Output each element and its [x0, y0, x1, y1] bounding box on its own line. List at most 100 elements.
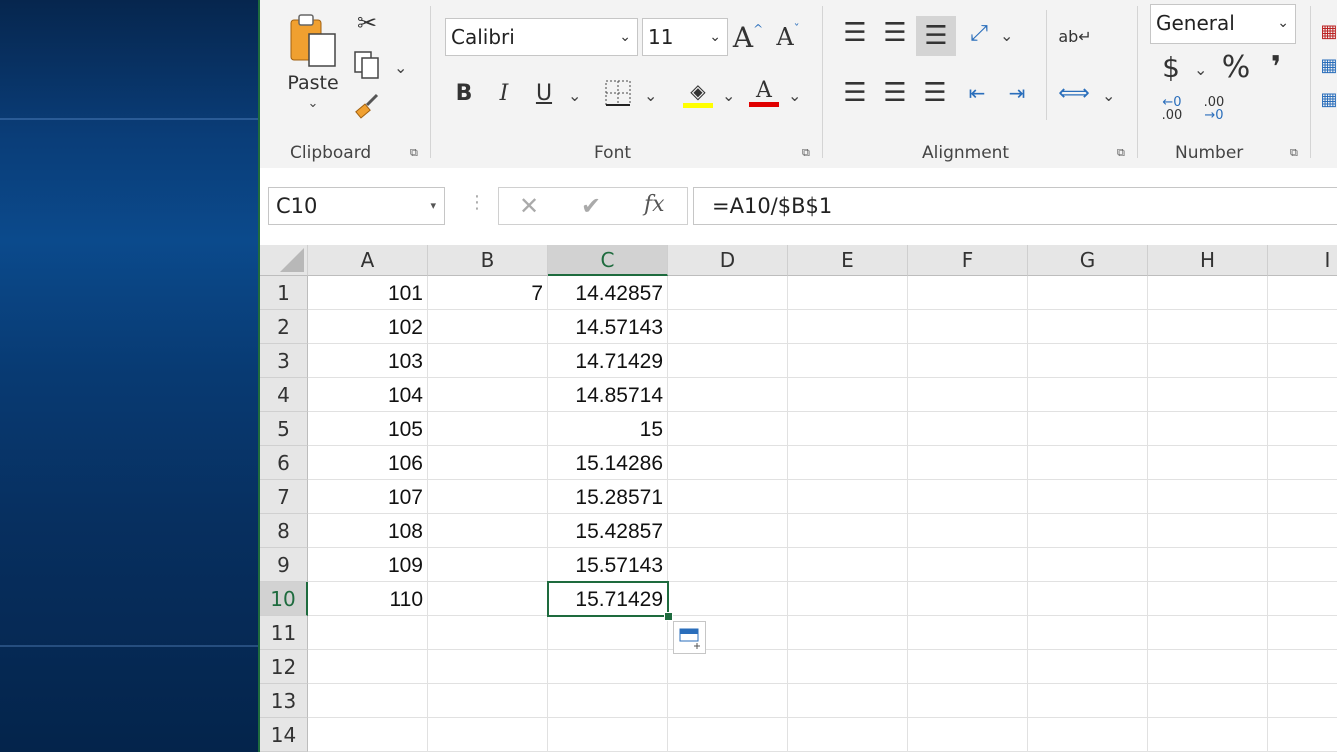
row-header-11[interactable]: 11	[260, 616, 308, 650]
cell-g3[interactable]	[1028, 344, 1148, 378]
cell-c9[interactable]: 15.57143	[548, 548, 668, 582]
cell-e4[interactable]	[788, 378, 908, 412]
cell-styles-icon[interactable]: ▦	[1320, 84, 1337, 114]
cell-b10[interactable]	[428, 582, 548, 616]
cell-e8[interactable]	[788, 514, 908, 548]
format-painter-icon[interactable]	[352, 90, 382, 124]
cell-g9[interactable]	[1028, 548, 1148, 582]
select-all-button[interactable]	[260, 245, 308, 276]
cell-d8[interactable]	[668, 514, 788, 548]
cell-c13[interactable]	[548, 684, 668, 718]
cell-f2[interactable]	[908, 310, 1028, 344]
column-header-f[interactable]: F	[908, 245, 1028, 276]
bold-button[interactable]: B	[448, 76, 480, 110]
row-header-14[interactable]: 14	[260, 718, 308, 752]
cell-a11[interactable]	[308, 616, 428, 650]
number-format-combo[interactable]: General ⌄	[1150, 4, 1296, 44]
orientation-icon[interactable]: ⤢	[962, 16, 996, 50]
cell-c7[interactable]: 15.28571	[548, 480, 668, 514]
row-header-6[interactable]: 6	[260, 446, 308, 480]
cell-b1[interactable]: 7	[428, 276, 548, 310]
insert-function-icon[interactable]: fx	[644, 192, 665, 217]
cell-h9[interactable]	[1148, 548, 1268, 582]
currency-dropdown-icon[interactable]: ⌄	[1194, 60, 1207, 79]
cell-d3[interactable]	[668, 344, 788, 378]
cell-g4[interactable]	[1028, 378, 1148, 412]
cell-h8[interactable]	[1148, 514, 1268, 548]
cell-i12[interactable]	[1268, 650, 1337, 684]
chevron-down-icon[interactable]: ⌄	[1277, 5, 1289, 41]
cancel-icon[interactable]: ✕	[519, 192, 539, 220]
underline-dropdown-icon[interactable]: ⌄	[568, 86, 581, 105]
cell-g2[interactable]	[1028, 310, 1148, 344]
cell-g7[interactable]	[1028, 480, 1148, 514]
cell-b6[interactable]	[428, 446, 548, 480]
column-header-c[interactable]: C	[548, 245, 668, 276]
cell-d6[interactable]	[668, 446, 788, 480]
cell-d13[interactable]	[668, 684, 788, 718]
format-as-table-icon[interactable]: ▦	[1320, 50, 1337, 80]
cell-e7[interactable]	[788, 480, 908, 514]
name-box[interactable]: C10 ▾	[268, 187, 445, 225]
bottom-align-icon[interactable]: ☰	[916, 16, 956, 56]
row-header-12[interactable]: 12	[260, 650, 308, 684]
cell-e9[interactable]	[788, 548, 908, 582]
cell-f13[interactable]	[908, 684, 1028, 718]
cell-b7[interactable]	[428, 480, 548, 514]
borders-icon[interactable]	[602, 76, 634, 110]
number-dialog-launcher-icon[interactable]: ⧉	[1290, 146, 1303, 159]
cell-b11[interactable]	[428, 616, 548, 650]
cell-g10[interactable]	[1028, 582, 1148, 616]
wrap-text-icon[interactable]: ab↵	[1058, 16, 1092, 56]
clipboard-dialog-launcher-icon[interactable]: ⧉	[410, 146, 423, 159]
cell-d4[interactable]	[668, 378, 788, 412]
paste-button[interactable]: Paste ⌄	[282, 6, 344, 116]
middle-align-icon[interactable]: ☰	[878, 16, 912, 50]
cell-f1[interactable]	[908, 276, 1028, 310]
cell-e10[interactable]	[788, 582, 908, 616]
currency-button[interactable]: $	[1156, 48, 1186, 86]
alignment-dialog-launcher-icon[interactable]: ⧉	[1117, 146, 1130, 159]
cell-f14[interactable]	[908, 718, 1028, 752]
cell-a10[interactable]: 110	[308, 582, 428, 616]
column-header-i[interactable]: I	[1268, 245, 1337, 276]
row-header-8[interactable]: 8	[260, 514, 308, 548]
cell-i6[interactable]	[1268, 446, 1337, 480]
column-header-e[interactable]: E	[788, 245, 908, 276]
row-header-1[interactable]: 1	[260, 276, 308, 310]
chevron-down-icon[interactable]: ⌄	[619, 19, 631, 55]
cell-d1[interactable]	[668, 276, 788, 310]
cell-e2[interactable]	[788, 310, 908, 344]
row-header-5[interactable]: 5	[260, 412, 308, 446]
cell-b4[interactable]	[428, 378, 548, 412]
cell-c6[interactable]: 15.14286	[548, 446, 668, 480]
cell-a3[interactable]: 103	[308, 344, 428, 378]
center-align-icon[interactable]: ☰	[878, 76, 912, 110]
column-header-g[interactable]: G	[1028, 245, 1148, 276]
cell-g1[interactable]	[1028, 276, 1148, 310]
quick-analysis-icon[interactable]	[673, 621, 706, 654]
cell-d7[interactable]	[668, 480, 788, 514]
cell-d2[interactable]	[668, 310, 788, 344]
cell-a14[interactable]	[308, 718, 428, 752]
cell-e12[interactable]	[788, 650, 908, 684]
cell-h3[interactable]	[1148, 344, 1268, 378]
cell-g14[interactable]	[1028, 718, 1148, 752]
cell-i7[interactable]	[1268, 480, 1337, 514]
cell-a2[interactable]: 102	[308, 310, 428, 344]
cell-f4[interactable]	[908, 378, 1028, 412]
cell-h6[interactable]	[1148, 446, 1268, 480]
cell-a6[interactable]: 106	[308, 446, 428, 480]
cell-f8[interactable]	[908, 514, 1028, 548]
orientation-dropdown-icon[interactable]: ⌄	[1000, 26, 1013, 45]
cell-c2[interactable]: 14.57143	[548, 310, 668, 344]
fill-handle[interactable]	[664, 612, 673, 621]
cell-b8[interactable]	[428, 514, 548, 548]
cell-g5[interactable]	[1028, 412, 1148, 446]
cell-e3[interactable]	[788, 344, 908, 378]
cell-a8[interactable]: 108	[308, 514, 428, 548]
cell-b9[interactable]	[428, 548, 548, 582]
formula-input[interactable]: =A10/$B$1	[693, 187, 1337, 225]
cell-c3[interactable]: 14.71429	[548, 344, 668, 378]
font-dialog-launcher-icon[interactable]: ⧉	[802, 146, 815, 159]
